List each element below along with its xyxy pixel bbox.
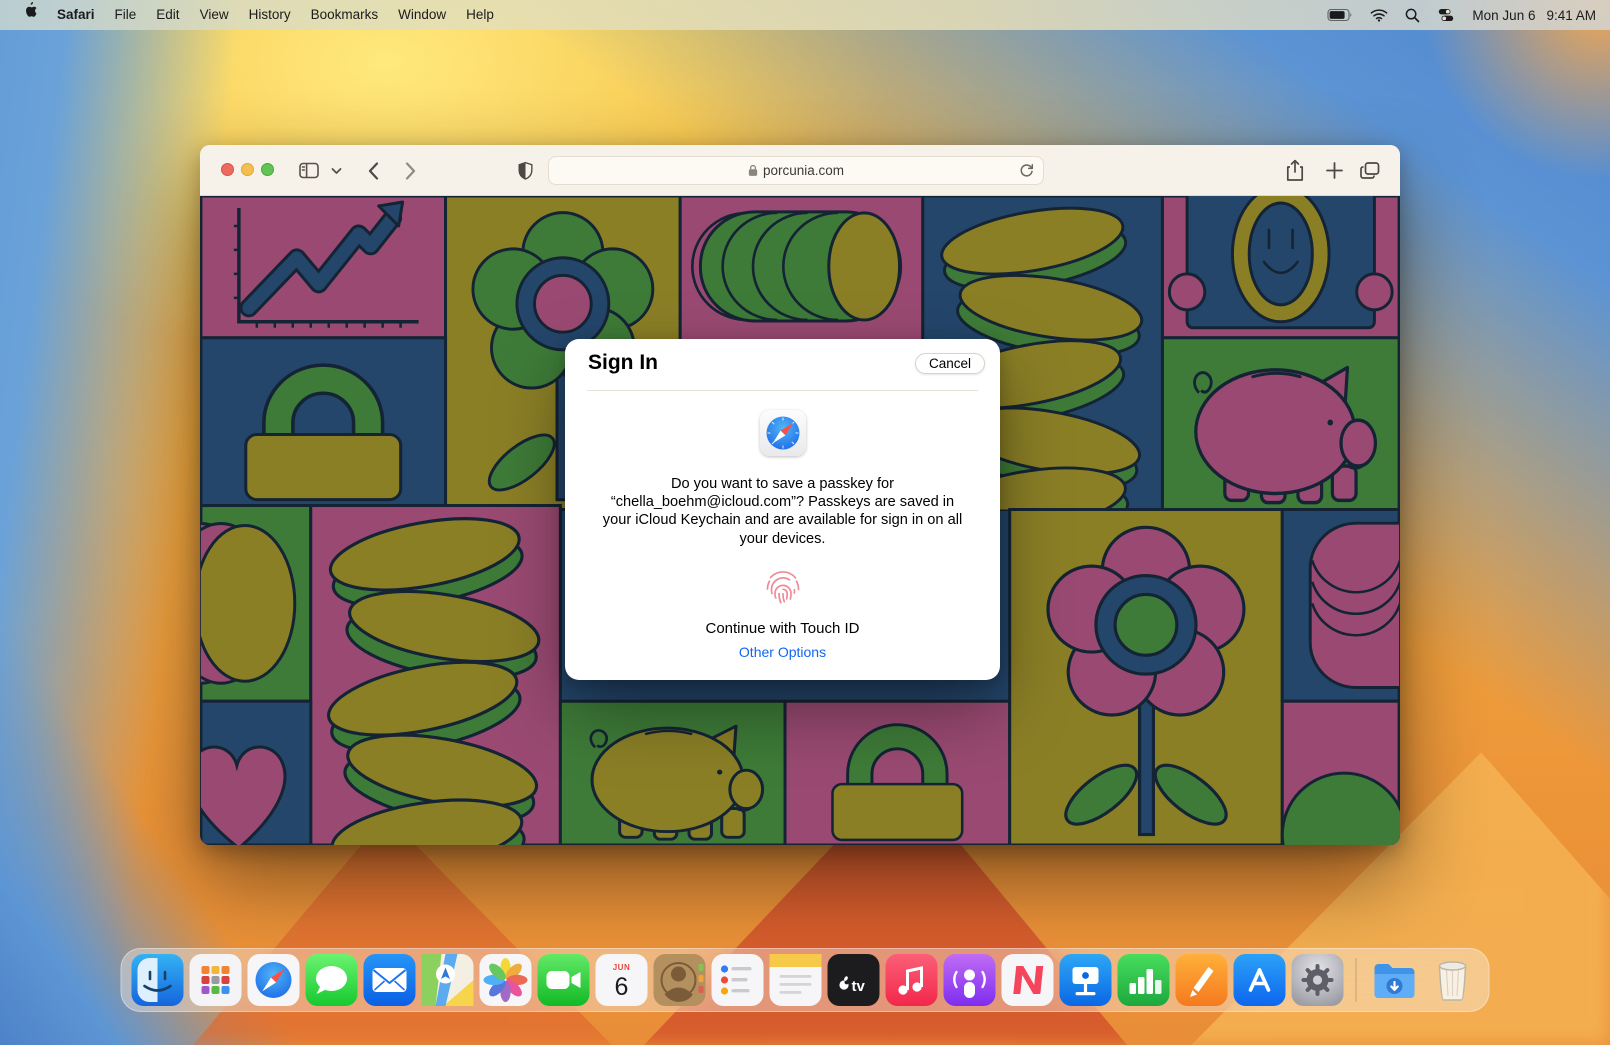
numbers-icon[interactable] bbox=[1118, 954, 1170, 1006]
menu-item-file[interactable]: File bbox=[105, 0, 147, 30]
sidebar-chevron-down-icon[interactable] bbox=[328, 145, 344, 196]
back-button[interactable] bbox=[362, 145, 384, 196]
menu-item-help[interactable]: Help bbox=[456, 0, 504, 30]
privacy-shield-icon[interactable] bbox=[512, 145, 538, 196]
apple-menu[interactable] bbox=[12, 0, 47, 30]
close-window-button[interactable] bbox=[221, 163, 234, 176]
menu-item-history[interactable]: History bbox=[239, 0, 301, 30]
finder-icon[interactable] bbox=[132, 954, 184, 1006]
tile-padlock-navy bbox=[201, 338, 446, 506]
menu-item-bookmarks[interactable]: Bookmarks bbox=[301, 0, 389, 30]
address-bar[interactable]: porcunia.com bbox=[548, 156, 1044, 185]
app-store-icon[interactable] bbox=[1234, 954, 1286, 1006]
lock-icon bbox=[748, 164, 758, 177]
menu-item-edit[interactable]: Edit bbox=[146, 0, 189, 30]
menu-item-window[interactable]: Window bbox=[388, 0, 456, 30]
menu-label: Help bbox=[466, 7, 494, 22]
menu-item-safari[interactable]: Safari bbox=[47, 0, 105, 30]
tile-pig-olive bbox=[560, 701, 785, 845]
facetime-icon[interactable] bbox=[538, 954, 590, 1006]
spotlight-search-icon[interactable] bbox=[1405, 8, 1420, 23]
minimize-window-button[interactable] bbox=[241, 163, 254, 176]
tile-coin-roll bbox=[680, 196, 923, 345]
control-center-icon[interactable] bbox=[1437, 8, 1455, 22]
svg-text:6: 6 bbox=[615, 973, 629, 1001]
launchpad-icon[interactable] bbox=[190, 954, 242, 1006]
tile-green-circle bbox=[1282, 701, 1400, 845]
forward-button[interactable] bbox=[399, 145, 421, 196]
calendar-icon[interactable]: JUN6 bbox=[596, 954, 648, 1006]
tile-coins-endview bbox=[200, 506, 311, 702]
menu-label: View bbox=[200, 7, 229, 22]
menu-label: Edit bbox=[156, 7, 179, 22]
dock: JUN6 tv bbox=[121, 948, 1490, 1012]
new-tab-button[interactable] bbox=[1321, 145, 1347, 196]
notes-icon[interactable] bbox=[770, 954, 822, 1006]
menu-time[interactable]: 9:41 AM bbox=[1546, 8, 1596, 23]
podcasts-icon[interactable] bbox=[944, 954, 996, 1006]
safari-app-icon bbox=[760, 410, 806, 456]
tile-coin-roll-right bbox=[1282, 510, 1400, 702]
downloads-folder-icon[interactable] bbox=[1369, 954, 1421, 1006]
messages-icon[interactable] bbox=[306, 954, 358, 1006]
apple-logo-icon bbox=[22, 1, 37, 19]
menu-label: History bbox=[249, 7, 291, 22]
menu-label: Bookmarks bbox=[311, 7, 379, 22]
battery-icon[interactable] bbox=[1327, 8, 1353, 22]
continue-touch-id-label: Continue with Touch ID bbox=[565, 620, 1000, 637]
safari-icon[interactable] bbox=[248, 954, 300, 1006]
share-button[interactable] bbox=[1282, 145, 1308, 196]
url-text: porcunia.com bbox=[763, 163, 844, 178]
contacts-icon[interactable] bbox=[654, 954, 706, 1006]
menu-label: Window bbox=[398, 7, 446, 22]
tile-chart bbox=[201, 196, 446, 338]
reminders-icon[interactable] bbox=[712, 954, 764, 1006]
apple-tv-icon[interactable]: tv bbox=[828, 954, 880, 1006]
menu-date[interactable]: Mon Jun 6 bbox=[1472, 8, 1535, 23]
touch-id-fingerprint-icon bbox=[760, 565, 806, 611]
photos-icon[interactable] bbox=[480, 954, 532, 1006]
tile-heart bbox=[200, 701, 311, 845]
safari-toolbar: porcunia.com bbox=[200, 145, 1400, 196]
tile-coin-spring-plum bbox=[311, 506, 561, 845]
trash-icon[interactable] bbox=[1427, 954, 1479, 1006]
system-settings-icon[interactable] bbox=[1292, 954, 1344, 1006]
other-options-link[interactable]: Other Options bbox=[565, 644, 1000, 660]
menu-item-view[interactable]: View bbox=[190, 0, 239, 30]
cancel-button[interactable]: Cancel bbox=[915, 353, 985, 374]
reload-icon[interactable] bbox=[1018, 162, 1035, 182]
wifi-icon[interactable] bbox=[1370, 8, 1388, 22]
svg-text:tv: tv bbox=[852, 978, 866, 995]
mail-icon[interactable] bbox=[364, 954, 416, 1006]
dock-divider bbox=[1356, 958, 1357, 1002]
pages-icon[interactable] bbox=[1176, 954, 1228, 1006]
maps-icon[interactable] bbox=[422, 954, 474, 1006]
passkey-dialog: Sign In Cancel Do you want to save a pas… bbox=[565, 339, 1000, 680]
tile-banknote-smiley bbox=[1162, 196, 1399, 338]
keynote-icon[interactable] bbox=[1060, 954, 1112, 1006]
dialog-body-text: Do you want to save a passkey for “chell… bbox=[596, 475, 969, 548]
tile-padlock-plum bbox=[785, 701, 1010, 845]
sidebar-toggle-button[interactable] bbox=[296, 145, 322, 196]
dialog-divider bbox=[587, 390, 978, 391]
tab-overview-button[interactable] bbox=[1356, 145, 1384, 196]
music-icon[interactable] bbox=[886, 954, 938, 1006]
desktop: Safari File Edit View History Bookmarks … bbox=[0, 0, 1610, 1045]
tile-flower-plum bbox=[1010, 510, 1283, 845]
menu-label: Safari bbox=[57, 7, 95, 22]
menu-label: File bbox=[115, 7, 137, 22]
tile-pig-plum bbox=[1162, 338, 1399, 510]
zoom-window-button[interactable] bbox=[261, 163, 274, 176]
svg-text:JUN: JUN bbox=[613, 963, 631, 972]
news-icon[interactable] bbox=[1002, 954, 1054, 1006]
dialog-title: Sign In bbox=[588, 351, 658, 375]
menu-bar: Safari File Edit View History Bookmarks … bbox=[0, 0, 1610, 30]
